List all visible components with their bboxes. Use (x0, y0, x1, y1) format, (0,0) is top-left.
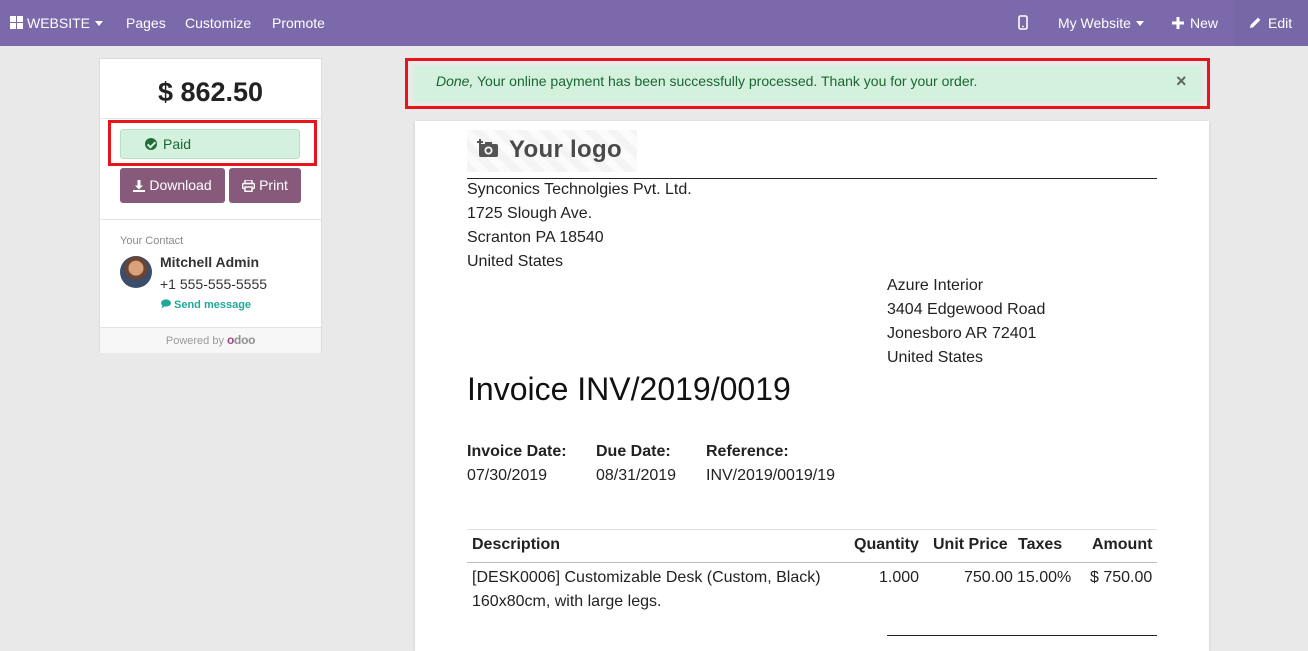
row-quantity: 1.000 (879, 569, 920, 586)
table-top-border (467, 529, 1157, 530)
row-description-line1: [DESK0006] Customizable Desk (Custom, Bl… (472, 569, 821, 586)
reference-label: Reference: (706, 443, 789, 460)
edit-label: Edit (1268, 15, 1293, 31)
powered-by-footer: Powered by odoo (100, 327, 321, 353)
new-button[interactable]: New (1172, 0, 1218, 46)
contact-title: Your Contact (120, 235, 184, 247)
pencil-icon (1250, 17, 1261, 28)
nav-promote[interactable]: Promote (272, 0, 325, 46)
nav-customize[interactable]: Customize (185, 0, 251, 46)
invoice-document: Your logo Synconics Technolgies Pvt. Ltd… (415, 121, 1209, 651)
customer-name: Azure Interior (887, 277, 984, 294)
company-street: 1725 Slough Ave. (467, 205, 593, 222)
send-message-label: Send message (174, 299, 252, 311)
apps-grid-icon (10, 16, 23, 29)
my-website-dropdown[interactable]: My Website (1058, 0, 1144, 46)
camera-plus-icon (477, 139, 498, 157)
row-amount: $ 750.00 (1090, 569, 1153, 586)
reference-value: INV/2019/0019/19 (706, 467, 835, 484)
row-description-line2: 160x80cm, with large legs. (472, 593, 662, 610)
company-name: Synconics Technolgies Pvt. Ltd. (467, 181, 692, 198)
col-taxes: Taxes (1018, 536, 1063, 553)
row-unit-price: 750.00 (964, 569, 1013, 586)
invoice-date-label: Invoice Date: (467, 443, 567, 460)
download-icon (133, 180, 146, 192)
print-label: Print (259, 177, 288, 193)
avatar (120, 256, 152, 288)
top-navbar: WEBSITE Pages Customize Promote My Websi… (0, 0, 1308, 46)
invoice-summary-card: $ 862.50 Paid Download Print Your Contac… (99, 58, 322, 353)
divider (100, 219, 321, 220)
customer-city: Jonesboro AR 72401 (887, 325, 1037, 342)
row-taxes: 15.00% (1017, 569, 1072, 586)
contact-phone: +1 555-555-5555 (160, 276, 268, 292)
company-country: United States (467, 253, 564, 270)
powered-by-label: Powered by (165, 335, 224, 347)
due-date-label: Due Date: (596, 443, 671, 460)
caret-down-icon (95, 21, 104, 26)
caret-down-icon (1135, 21, 1144, 26)
invoice-title: Invoice INV/2019/0019 (467, 371, 791, 407)
website-apps-menu[interactable]: WEBSITE (10, 0, 104, 46)
contact-name: Mitchell Admin (160, 254, 260, 270)
due-date-value: 08/31/2019 (596, 467, 677, 484)
my-website-label: My Website (1058, 15, 1131, 31)
print-button[interactable]: Print (229, 168, 301, 203)
send-message-link[interactable]: Send message (161, 299, 251, 311)
comments-icon (161, 299, 171, 309)
mobile-icon (1018, 15, 1028, 30)
totals-divider (887, 635, 1157, 636)
edit-button[interactable]: Edit (1249, 0, 1292, 46)
col-amount: Amount (1092, 536, 1153, 553)
col-quantity: Quantity (854, 536, 919, 553)
plus-icon (1172, 17, 1184, 29)
customer-country: United States (887, 349, 984, 366)
odoo-logo[interactable]: odoo (227, 333, 255, 347)
col-description: Description (472, 536, 561, 553)
header-divider (467, 178, 1157, 179)
print-icon (242, 179, 256, 193)
highlight-frame-alert (405, 58, 1210, 109)
download-button[interactable]: Download (120, 168, 225, 203)
logo-text: Your logo (509, 136, 622, 163)
col-unit-price: Unit Price (933, 536, 1008, 553)
company-city: Scranton PA 18540 (467, 229, 604, 246)
invoice-total-amount: $ 862.50 (100, 59, 321, 119)
new-label: New (1190, 15, 1219, 31)
website-app-label: WEBSITE (27, 15, 91, 31)
download-label: Download (149, 177, 212, 193)
invoice-date-value: 07/30/2019 (467, 467, 548, 484)
nav-pages[interactable]: Pages (126, 0, 166, 46)
table-header-border (467, 562, 1157, 563)
mobile-preview-button[interactable] (1018, 0, 1028, 46)
highlight-frame-paid (108, 120, 317, 166)
customer-street: 3404 Edgewood Road (887, 301, 1046, 318)
